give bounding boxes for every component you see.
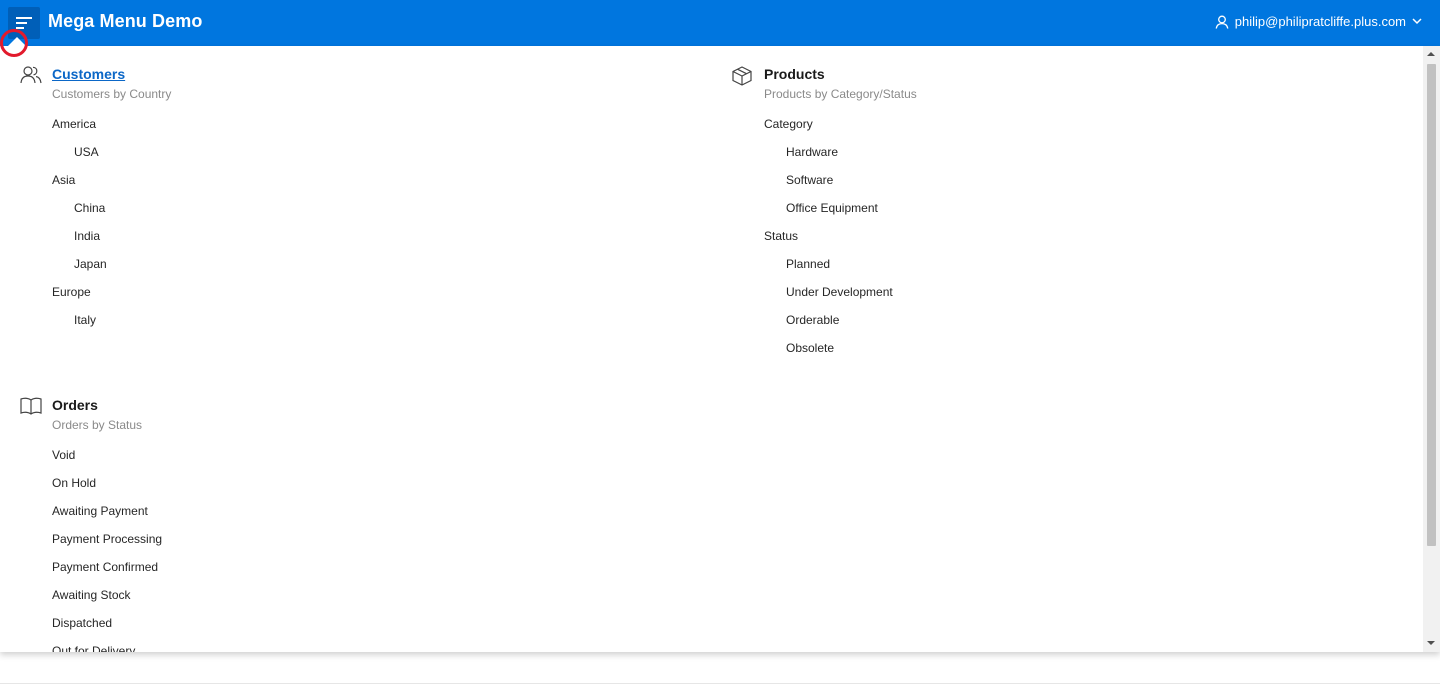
customers-title-link[interactable]: Customers (52, 66, 125, 82)
user-name: philip@philipratcliffe.plus.com (1234, 14, 1406, 29)
menu-item-status[interactable]: Status (764, 229, 798, 243)
menu-item-europe[interactable]: Europe (52, 285, 91, 299)
menu-item-america[interactable]: America (52, 117, 96, 131)
products-title[interactable]: Products (764, 66, 825, 82)
box-icon (732, 66, 752, 86)
users-icon (20, 66, 42, 84)
menu-item-obsolete[interactable]: Obsolete (786, 341, 834, 355)
book-icon (20, 397, 42, 415)
chevron-down-icon (1412, 18, 1422, 25)
customers-subtitle: Customers by Country (52, 87, 172, 101)
menu-item-india[interactable]: India (74, 229, 100, 243)
scroll-up-icon[interactable] (1427, 52, 1435, 56)
menu-item-under-development[interactable]: Under Development (786, 285, 893, 299)
menu-item-awaiting-stock[interactable]: Awaiting Stock (52, 588, 131, 602)
menu-item-usa[interactable]: USA (74, 145, 99, 159)
app-title: Mega Menu Demo (48, 11, 203, 31)
menu-item-void[interactable]: Void (52, 448, 75, 462)
menu-item-awaiting-payment[interactable]: Awaiting Payment (52, 504, 148, 518)
top-navigation-bar: Mega Menu Demo philip@philipratcliffe.pl… (0, 0, 1440, 46)
menu-item-asia[interactable]: Asia (52, 173, 75, 187)
scroll-down-icon[interactable] (1427, 641, 1435, 645)
user-icon (1215, 15, 1229, 29)
menu-item-category[interactable]: Category (764, 117, 813, 131)
menu-item-on-hold[interactable]: On Hold (52, 476, 96, 490)
scroll-thumb[interactable] (1427, 64, 1436, 546)
menu-item-payment-confirmed[interactable]: Payment Confirmed (52, 560, 158, 574)
user-menu[interactable]: philip@philipratcliffe.plus.com (1215, 14, 1422, 29)
vertical-scrollbar[interactable] (1423, 46, 1440, 652)
menu-item-out-for-delivery[interactable]: Out for Delivery (52, 644, 135, 652)
highlight-circle (0, 29, 28, 57)
orders-subtitle: Orders by Status (52, 418, 143, 432)
menu-item-planned[interactable]: Planned (786, 257, 830, 271)
menu-item-office-equipment[interactable]: Office Equipment (786, 201, 878, 215)
menu-item-dispatched[interactable]: Dispatched (52, 616, 112, 630)
page-divider (0, 683, 1440, 684)
menu-item-italy[interactable]: Italy (74, 313, 96, 327)
hamburger-icon (16, 17, 32, 29)
menu-item-payment-processing[interactable]: Payment Processing (52, 532, 162, 546)
products-subtitle: Products by Category/Status (764, 87, 917, 101)
menu-item-software[interactable]: Software (786, 173, 833, 187)
menu-item-hardware[interactable]: Hardware (786, 145, 838, 159)
menu-item-orderable[interactable]: Orderable (786, 313, 839, 327)
orders-title[interactable]: Orders (52, 397, 98, 413)
mega-menu-panel: Customers Customers by Country America U… (0, 46, 1440, 652)
menu-item-japan[interactable]: Japan (74, 257, 107, 271)
menu-item-china[interactable]: China (74, 201, 105, 215)
